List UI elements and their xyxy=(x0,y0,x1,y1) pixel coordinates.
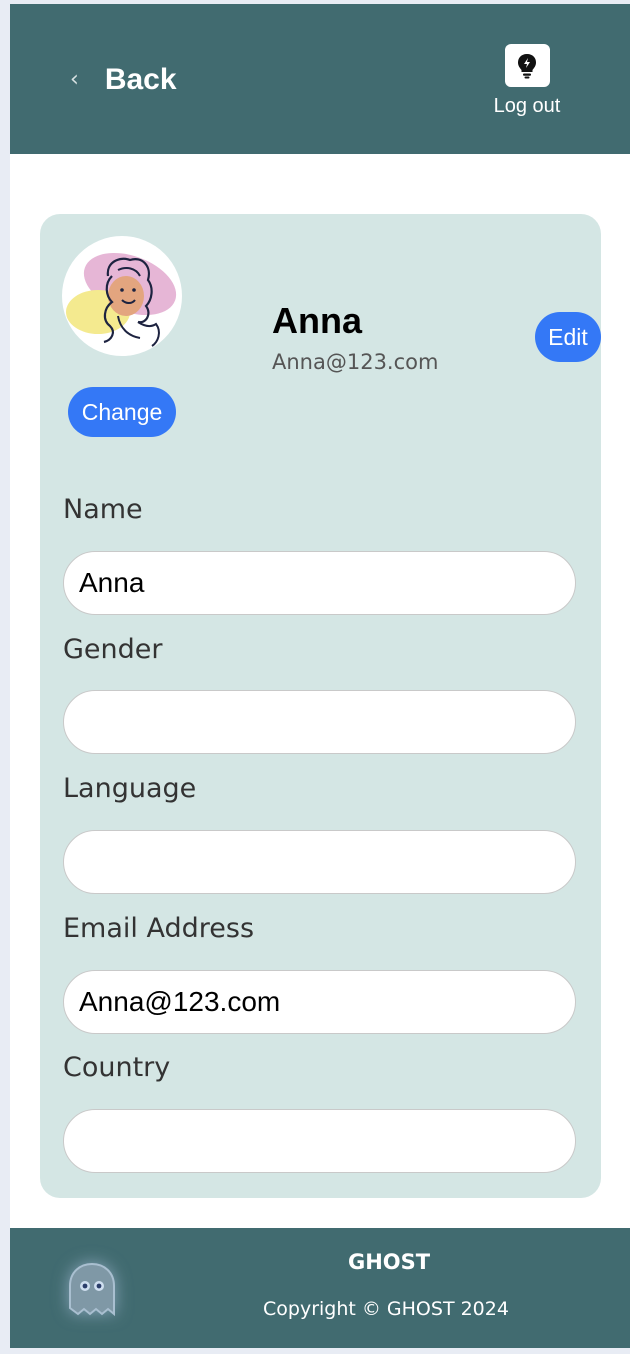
chevron-left-icon: ‹ xyxy=(70,67,79,92)
logout-label: Log out xyxy=(493,95,561,117)
profile-email: Anna@123.com xyxy=(272,350,439,374)
logout-button[interactable]: Log out xyxy=(484,44,570,118)
name-field[interactable]: Anna xyxy=(63,551,576,615)
profile-name: Anna xyxy=(272,300,362,341)
app-frame: ‹ Back Log out Change Anna Anna@123.com … xyxy=(10,4,630,1348)
change-photo-button[interactable]: Change xyxy=(68,387,176,437)
top-bar: ‹ Back Log out xyxy=(10,4,630,154)
gender-field[interactable] xyxy=(63,690,576,754)
language-field[interactable] xyxy=(63,830,576,894)
copyright-text: Copyright © GHOST 2024 xyxy=(263,1298,509,1320)
email-address-label: Email Address xyxy=(63,913,255,944)
country-label: Country xyxy=(63,1052,171,1083)
email-field[interactable]: Anna@123.com xyxy=(63,970,576,1034)
country-field[interactable] xyxy=(63,1109,576,1173)
footer: GHOST Copyright © GHOST 2024 xyxy=(10,1228,630,1348)
language-label: Language xyxy=(63,773,197,804)
avatar xyxy=(62,236,182,356)
footer-brand: GHOST xyxy=(348,1250,431,1274)
profile-card: Change Anna Anna@123.com Edit Name Anna … xyxy=(40,214,601,1198)
lightbulb-bolt-icon xyxy=(504,44,550,87)
edit-button[interactable]: Edit xyxy=(535,312,601,362)
name-label: Name xyxy=(63,494,143,525)
gender-label: Gender xyxy=(63,634,163,665)
ghost-icon xyxy=(62,1258,122,1322)
back-label: Back xyxy=(104,63,177,96)
back-button[interactable]: ‹ Back xyxy=(70,60,177,100)
